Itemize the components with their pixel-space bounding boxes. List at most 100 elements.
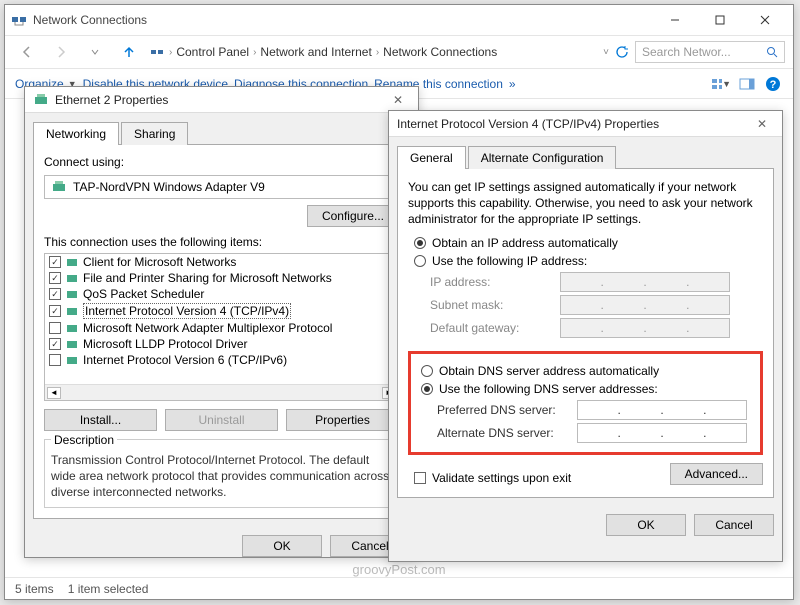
list-item[interactable]: ✓QoS Packet Scheduler	[45, 286, 398, 302]
breadcrumb-item[interactable]: Network and Internet	[260, 45, 371, 59]
list-item[interactable]: ✓ Client for Microsoft Networks	[45, 254, 398, 270]
dns-section-highlighted: Obtain DNS server address automatically …	[408, 351, 763, 455]
adapter-icon	[33, 92, 49, 108]
adapter-name-box: TAP-NordVPN Windows Adapter V9	[44, 175, 399, 199]
item-label: Client for Microsoft Networks	[83, 255, 236, 269]
subnet-row: Subnet mask: ...	[430, 295, 763, 315]
install-button[interactable]: Install...	[44, 409, 157, 431]
checkbox-icon[interactable]	[49, 354, 61, 366]
ip-address-input: ...	[560, 272, 730, 292]
ip-auto-radio[interactable]: Obtain an IP address automatically	[414, 236, 763, 250]
protocol-icon	[65, 271, 79, 285]
gateway-input: ...	[560, 318, 730, 338]
connection-items-list[interactable]: ✓ Client for Microsoft Networks ✓ File and …	[44, 253, 399, 401]
configure-button[interactable]: Configure...	[307, 205, 399, 227]
alternate-dns-input[interactable]: ...	[577, 423, 747, 443]
breadcrumb-item[interactable]: Network Connections	[383, 45, 497, 59]
up-button[interactable]	[115, 38, 143, 66]
minimize-button[interactable]	[652, 6, 697, 34]
connect-using-label: Connect using:	[44, 155, 399, 169]
item-label: Internet Protocol Version 6 (TCP/IPv6)	[83, 353, 287, 367]
preferred-dns-label: Preferred DNS server:	[437, 403, 577, 417]
window-title: Network Connections	[33, 13, 652, 27]
search-label: Search Networ...	[642, 45, 731, 59]
breadcrumb-item[interactable]: Control Panel	[176, 45, 249, 59]
ok-button[interactable]: OK	[606, 514, 686, 536]
radio-icon	[414, 237, 426, 249]
subnet-input: ...	[560, 295, 730, 315]
adapter-icon	[51, 179, 67, 195]
list-item[interactable]: ✓ Microsoft LLDP Protocol Driver	[45, 336, 398, 352]
tab-sharing[interactable]: Sharing	[121, 122, 188, 145]
radio-icon	[414, 255, 426, 267]
advanced-button[interactable]: Advanced...	[670, 463, 763, 485]
validate-checkbox[interactable]: Validate settings upon exit	[414, 471, 571, 485]
preferred-dns-row: Preferred DNS server: ...	[437, 400, 756, 420]
list-item[interactable]: Microsoft Network Adapter Multiplexor Pr…	[45, 320, 398, 336]
checkbox-icon[interactable]: ✓	[49, 256, 61, 268]
list-item[interactable]: Internet Protocol Version 6 (TCP/IPv6)	[45, 352, 398, 368]
list-item[interactable]: ✓Internet Protocol Version 4 (TCP/IPv4)	[45, 302, 398, 320]
properties-button[interactable]: Properties	[286, 409, 399, 431]
ethernet-properties-dialog: Ethernet 2 Properties ✕ Networking Shari…	[24, 86, 419, 558]
item-label: Microsoft Network Adapter Multiplexor Pr…	[83, 321, 332, 335]
close-button[interactable]: ✕	[386, 93, 410, 107]
tab-alternate[interactable]: Alternate Configuration	[468, 146, 617, 169]
cancel-button[interactable]: Cancel	[694, 514, 774, 536]
description-label: Description	[51, 433, 117, 447]
ip-manual-radio[interactable]: Use the following IP address:	[414, 254, 763, 268]
adapter-name: TAP-NordVPN Windows Adapter V9	[73, 180, 265, 194]
protocol-icon	[65, 287, 79, 301]
chevron-right-icon: ›	[253, 47, 256, 58]
dns-auto-radio[interactable]: Obtain DNS server address automatically	[421, 364, 756, 378]
search-icon	[766, 46, 778, 58]
chevron-right-icon: ›	[376, 47, 379, 58]
checkbox-icon[interactable]: ✓	[49, 272, 61, 284]
maximize-button[interactable]	[697, 6, 742, 34]
close-button[interactable]	[742, 6, 787, 34]
ip-address-row: IP address: ...	[430, 272, 763, 292]
breadcrumb[interactable]: › Control Panel › Network and Internet ›…	[149, 44, 597, 60]
list-item[interactable]: ✓ File and Printer Sharing for Microsoft …	[45, 270, 398, 286]
back-button[interactable]	[13, 38, 41, 66]
radio-icon	[421, 383, 433, 395]
general-tab-panel: You can get IP settings assigned automat…	[397, 168, 774, 498]
refresh-button[interactable]	[615, 45, 629, 59]
checkbox-icon[interactable]: ✓	[49, 305, 61, 317]
view-options-icon[interactable]: ▼	[711, 74, 731, 94]
description-text: Transmission Control Protocol/Internet P…	[51, 452, 392, 501]
tab-networking[interactable]: Networking	[33, 122, 119, 145]
dns-manual-radio[interactable]: Use the following DNS server addresses:	[421, 382, 756, 396]
forward-button[interactable]	[47, 38, 75, 66]
protocol-icon	[65, 321, 79, 335]
radio-icon	[421, 365, 433, 377]
alternate-dns-label: Alternate DNS server:	[437, 426, 577, 440]
horizontal-scrollbar[interactable]: ◄ ►	[45, 384, 398, 400]
dialog-titlebar: Ethernet 2 Properties ✕	[25, 87, 418, 113]
checkbox-icon[interactable]	[49, 322, 61, 334]
subnet-label: Subnet mask:	[430, 298, 560, 312]
preview-pane-icon[interactable]	[737, 74, 757, 94]
item-label: Microsoft LLDP Protocol Driver	[83, 337, 248, 351]
help-icon[interactable]: ?	[763, 74, 783, 94]
scroll-left-button[interactable]: ◄	[47, 387, 61, 399]
breadcrumb-icon	[149, 44, 165, 60]
checkbox-icon[interactable]: ✓	[49, 338, 61, 350]
item-label: File and Printer Sharing for Microsoft N…	[83, 271, 332, 285]
networking-tab-panel: Connect using: TAP-NordVPN Windows Adapt…	[33, 144, 410, 519]
preferred-dns-input[interactable]: ...	[577, 400, 747, 420]
history-dropdown[interactable]: ˅	[603, 47, 609, 58]
recent-dropdown[interactable]	[81, 38, 109, 66]
search-input[interactable]: Search Networ...	[635, 41, 785, 63]
protocol-icon	[65, 304, 79, 318]
ok-button[interactable]: OK	[242, 535, 322, 557]
more-commands[interactable]: »	[509, 77, 516, 91]
close-button[interactable]: ✕	[750, 117, 774, 131]
tab-general[interactable]: General	[397, 146, 466, 169]
tab-bar: General Alternate Configuration	[397, 145, 774, 168]
nav-bar: › Control Panel › Network and Internet ›…	[5, 35, 793, 69]
chevron-right-icon: ›	[169, 47, 172, 58]
alternate-dns-row: Alternate DNS server: ...	[437, 423, 756, 443]
item-count: 5 items	[15, 582, 54, 596]
checkbox-icon[interactable]: ✓	[49, 288, 61, 300]
